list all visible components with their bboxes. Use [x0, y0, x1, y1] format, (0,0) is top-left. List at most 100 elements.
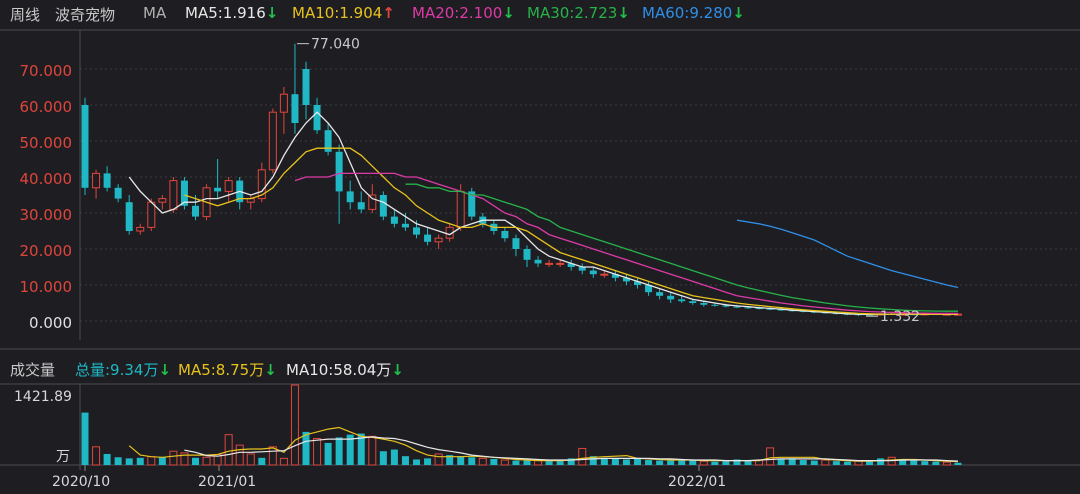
volume-bar-down [158, 457, 166, 465]
volume-bar-down [523, 460, 531, 465]
volume-bar-down [390, 449, 398, 465]
volume-bar-down [622, 459, 630, 465]
volume-bar-down [656, 460, 664, 465]
volume-bar-up [235, 444, 244, 466]
volume-bar-down [634, 458, 641, 465]
candle-body-up [169, 180, 178, 210]
candle-body-down [534, 259, 542, 264]
candle-body-up [456, 190, 465, 228]
volume-bar-up [268, 446, 277, 466]
volume-bar-down [258, 457, 266, 465]
volume-bar-down [81, 412, 89, 465]
volume-bar-up [755, 460, 764, 466]
volume-bar-down [711, 461, 719, 465]
volume-bar-down [192, 457, 199, 465]
candle-body-down [733, 306, 741, 308]
candle-body-down [401, 223, 409, 228]
volume-bar-down [932, 461, 940, 465]
volume-bar-up [699, 460, 708, 466]
candle-body-down [501, 231, 509, 239]
volume-bar-up [290, 384, 299, 466]
volume-bar-down [645, 460, 653, 465]
candle-body-down [689, 301, 697, 303]
candle-body-down [667, 295, 675, 300]
candle-body-down [346, 191, 354, 203]
volume-bar-down [810, 460, 818, 465]
candle-body-down [81, 105, 89, 188]
volume-bar-up [578, 447, 587, 466]
low-annotation-label: 1.332 [880, 309, 920, 325]
volume-bar-up [821, 459, 830, 466]
candle-body-down [125, 202, 133, 231]
candle-body-down [512, 238, 520, 249]
volume-bar-down [843, 461, 851, 465]
ma-line-ma5 [128, 111, 958, 316]
volume-bar-down [954, 462, 962, 465]
volume-bar-down [490, 458, 498, 465]
volume-bar-up [279, 457, 288, 466]
volume-bar-down [921, 461, 929, 465]
candle-body-up [434, 237, 443, 243]
volume-bar-up [246, 453, 255, 466]
volume-bar-down [424, 458, 432, 465]
volume-bar-down [832, 461, 840, 465]
candle-body-down [335, 151, 343, 192]
high-annotation-label: 77.040 [311, 37, 360, 53]
volume-bar-down [401, 456, 409, 465]
volume-bar-down [689, 460, 697, 465]
volume-bar-down [114, 457, 122, 465]
candle-body-down [114, 187, 122, 199]
candle-body-down [700, 303, 708, 305]
price-chart[interactable]: 77.040 1.332 [0, 0, 1080, 494]
volume-bar-down [545, 461, 553, 465]
candle-body-down [214, 187, 222, 192]
volume-bar-down [799, 460, 807, 465]
volume-bar-down [600, 458, 608, 465]
volume-bar-down [335, 437, 343, 465]
volume-bar-down [457, 456, 465, 465]
candle-body-down [192, 205, 199, 217]
candle-body-down [390, 216, 398, 224]
volume-bar-down [667, 460, 675, 465]
candle-body-up [224, 180, 233, 192]
candle-body-down [413, 227, 420, 235]
candle-body-down [357, 202, 365, 210]
volume-bar-down [324, 442, 332, 465]
candle-body-up [136, 226, 145, 232]
candle-body-up [368, 194, 377, 210]
candle-body-up [600, 273, 609, 276]
ma-line-ma60 [736, 219, 959, 289]
volume-bar-up [202, 456, 211, 466]
volume-bar-down [379, 451, 387, 465]
volume-bar-down [413, 459, 420, 465]
volume-bar-down [125, 458, 133, 465]
volume-bar-down [103, 453, 111, 465]
volume-bar-up [147, 456, 156, 466]
volume-bar-up [434, 453, 443, 466]
candle-body-down [711, 304, 719, 306]
candle-body-up [268, 111, 277, 171]
candle-body-down [313, 105, 321, 131]
volume-bar-down [302, 431, 310, 465]
volume-bar-down [777, 459, 785, 465]
volume-bar-down [611, 458, 619, 465]
candle-body-up [545, 262, 554, 265]
candle-body-down [678, 299, 686, 302]
candle-body-up [279, 93, 288, 113]
candle-body-down [589, 270, 597, 275]
candle-body-down [523, 249, 531, 260]
volume-bar-up [478, 457, 487, 466]
volume-bar-down [877, 458, 885, 465]
candle-body-down [302, 69, 310, 105]
volume-bar-up [92, 446, 101, 466]
candle-body-down [656, 292, 664, 296]
volume-bar-down [136, 457, 144, 465]
volume-bar-up [534, 460, 543, 466]
candle-body-up [92, 172, 101, 189]
volume-bar-up [854, 460, 863, 466]
volume-bar-up [766, 447, 775, 466]
volume-bar-up [169, 450, 178, 466]
candle-body-down [379, 195, 387, 217]
volume-bar-down [722, 461, 730, 465]
volume-bar-up [942, 461, 951, 466]
